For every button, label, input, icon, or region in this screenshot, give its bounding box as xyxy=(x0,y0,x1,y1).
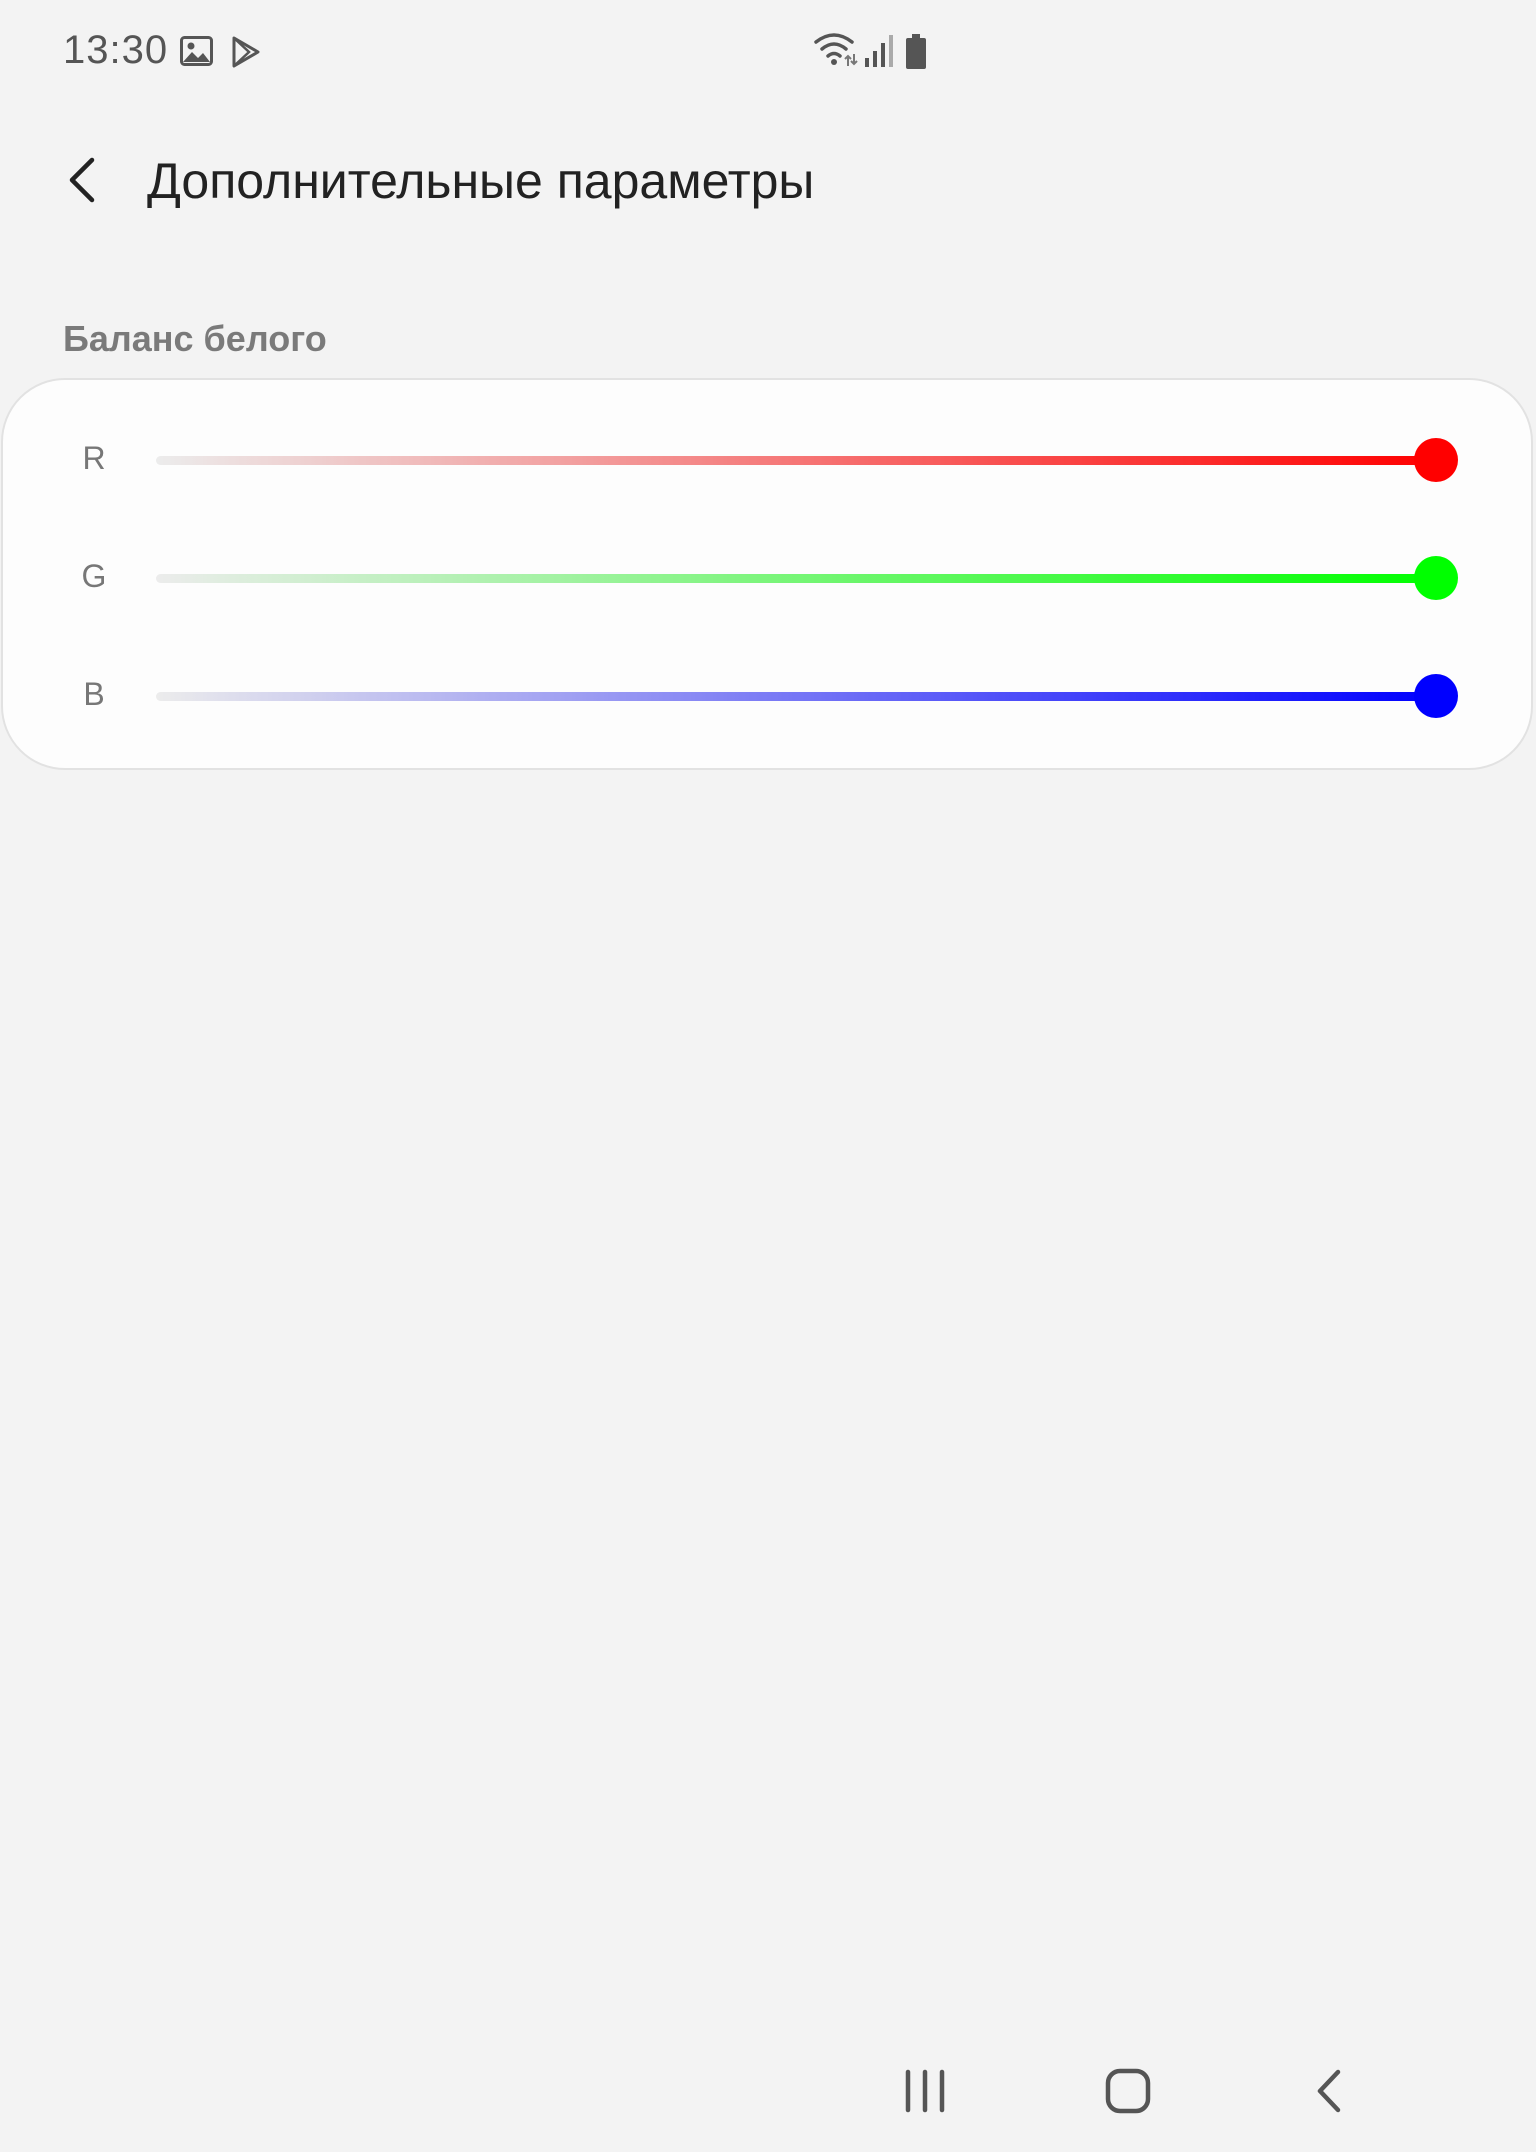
back-button[interactable] xyxy=(58,150,110,210)
slider-label-r: R xyxy=(82,440,106,476)
section-header-white-balance: Баланс белого xyxy=(63,318,327,359)
slider-row-r: R xyxy=(3,422,1535,502)
play-store-icon xyxy=(231,36,261,73)
white-balance-card: R G B xyxy=(1,378,1533,770)
slider-label-g: G xyxy=(81,558,107,594)
slider-thumb-b[interactable] xyxy=(1414,674,1458,718)
slider-track-r[interactable] xyxy=(156,456,1436,465)
status-bar: 13:30 xyxy=(0,0,1536,104)
slider-thumb-g[interactable] xyxy=(1414,556,1458,600)
slider-label-b: B xyxy=(83,676,105,712)
gallery-icon xyxy=(180,36,213,71)
signal-icon xyxy=(864,34,894,73)
slider-track-g[interactable] xyxy=(156,574,1436,583)
nav-back-button[interactable] xyxy=(1270,2030,1390,2152)
wifi-icon xyxy=(814,32,858,73)
slider-thumb-r[interactable] xyxy=(1414,438,1458,482)
slider-row-g: G xyxy=(3,540,1535,620)
page-title: Дополнительные параметры xyxy=(147,153,815,209)
battery-icon xyxy=(906,34,926,75)
chevron-left-icon xyxy=(58,157,110,214)
navigation-bar xyxy=(0,2030,1536,2152)
slider-row-b: B xyxy=(3,658,1535,738)
home-button[interactable] xyxy=(1068,2030,1188,2152)
app-bar: Дополнительные параметры xyxy=(0,130,1536,230)
recent-apps-button[interactable] xyxy=(865,2030,985,2152)
slider-track-b[interactable] xyxy=(156,692,1436,701)
status-time: 13:30 xyxy=(63,28,169,72)
